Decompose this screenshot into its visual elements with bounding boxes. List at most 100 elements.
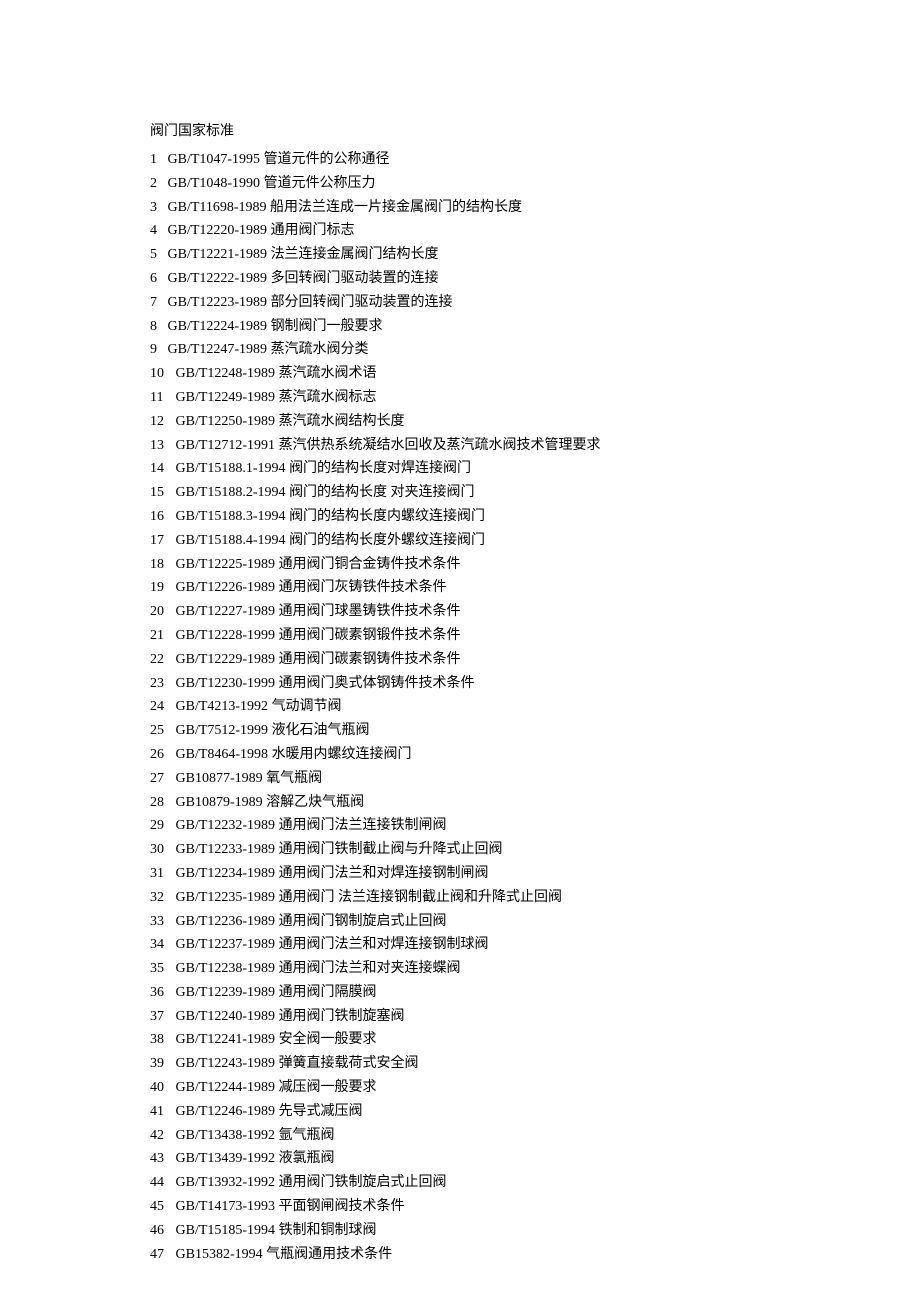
- item-code: GB/T12224-1989: [168, 319, 268, 334]
- item-desc: 蒸汽疏水阀结构长度: [279, 414, 405, 429]
- item-code: GB/T12221-1989: [168, 247, 268, 262]
- item-code: GB/T4213-1992: [176, 699, 269, 714]
- item-code: GB/T1047-1995: [168, 152, 261, 167]
- item-code: GB/T12244-1989: [176, 1080, 276, 1095]
- item-desc: 平面钢闸阀技术条件: [279, 1199, 405, 1214]
- item-code: GB15382-1994: [176, 1247, 263, 1262]
- item-desc: 通用阀门法兰和对焊连接钢制闸阀: [279, 866, 489, 881]
- item-desc: 多回转阀门驱动装置的连接: [271, 271, 439, 286]
- item-desc: 通用阀门碳素钢铸件技术条件: [279, 652, 461, 667]
- list-item: 42 GB/T13438-1992 氩气瓶阀: [150, 1124, 770, 1148]
- item-number: 35: [150, 957, 172, 981]
- list-item: 32 GB/T12235-1989 通用阀门 法兰连接钢制截止阀和升降式止回阀: [150, 886, 770, 910]
- item-code: GB/T12239-1989: [176, 985, 276, 1000]
- item-desc: 钢制阀门一般要求: [271, 319, 383, 334]
- item-code: GB/T12229-1989: [176, 652, 276, 667]
- item-number: 24: [150, 695, 172, 719]
- item-number: 8: [150, 315, 164, 339]
- item-desc: 液氯瓶阀: [279, 1151, 335, 1166]
- item-desc: 蒸汽疏水阀标志: [279, 390, 377, 405]
- item-desc: 通用阀门铜合金铸件技术条件: [279, 557, 461, 572]
- item-code: GB/T12247-1989: [168, 342, 268, 357]
- item-code: GB/T13438-1992: [176, 1128, 276, 1143]
- item-code: GB/T12225-1989: [176, 557, 276, 572]
- list-item: 4 GB/T12220-1989 通用阀门标志: [150, 219, 770, 243]
- item-desc: 通用阀门钢制旋启式止回阀: [279, 914, 447, 929]
- item-desc: 阀门的结构长度外螺纹连接阀门: [289, 533, 485, 548]
- item-code: GB/T11698-1989: [168, 200, 267, 215]
- list-item: 27 GB10877-1989 氧气瓶阀: [150, 767, 770, 791]
- item-desc: 通用阀门法兰连接铁制闸阀: [279, 818, 447, 833]
- item-desc: 船用法兰连成一片接金属阀门的结构长度: [270, 200, 522, 215]
- list-item: 16 GB/T15188.3-1994 阀门的结构长度内螺纹连接阀门: [150, 505, 770, 529]
- list-item: 36 GB/T12239-1989 通用阀门隔膜阀: [150, 981, 770, 1005]
- item-number: 16: [150, 505, 172, 529]
- list-item: 11 GB/T12249-1989 蒸汽疏水阀标志: [150, 386, 770, 410]
- list-item: 18 GB/T12225-1989 通用阀门铜合金铸件技术条件: [150, 553, 770, 577]
- item-code: GB/T12249-1989: [176, 390, 276, 405]
- item-number: 39: [150, 1052, 172, 1076]
- item-number: 20: [150, 600, 172, 624]
- item-number: 4: [150, 219, 164, 243]
- list-item: 28 GB10879-1989 溶解乙炔气瓶阀: [150, 791, 770, 815]
- item-desc: 通用阀门碳素钢锻件技术条件: [279, 628, 461, 643]
- item-code: GB/T12232-1989: [176, 818, 276, 833]
- list-item: 29 GB/T12232-1989 通用阀门法兰连接铁制闸阀: [150, 814, 770, 838]
- item-code: GB/T12241-1989: [176, 1032, 276, 1047]
- list-item: 14 GB/T15188.1-1994 阀门的结构长度对焊连接阀门: [150, 457, 770, 481]
- item-code: GB/T12220-1989: [168, 223, 268, 238]
- list-item: 25 GB/T7512-1999 液化石油气瓶阀: [150, 719, 770, 743]
- item-code: GB/T12235-1989: [176, 890, 276, 905]
- list-item: 23 GB/T12230-1999 通用阀门奥式体钢铸件技术条件: [150, 672, 770, 696]
- item-number: 36: [150, 981, 172, 1005]
- list-item: 15 GB/T15188.2-1994 阀门的结构长度 对夹连接阀门: [150, 481, 770, 505]
- list-item: 26 GB/T8464-1998 水暖用内螺纹连接阀门: [150, 743, 770, 767]
- item-desc: 气动调节阀: [272, 699, 342, 714]
- item-code: GB/T13932-1992: [176, 1175, 276, 1190]
- list-item: 44 GB/T13932-1992 通用阀门铁制旋启式止回阀: [150, 1171, 770, 1195]
- item-number: 27: [150, 767, 172, 791]
- item-desc: 通用阀门铁制旋启式止回阀: [279, 1175, 447, 1190]
- item-desc: 通用阀门铁制旋塞阀: [279, 1009, 405, 1024]
- item-number: 33: [150, 910, 172, 934]
- item-number: 40: [150, 1076, 172, 1100]
- item-number: 21: [150, 624, 172, 648]
- item-number: 11: [150, 386, 172, 410]
- item-code: GB/T15188.2-1994: [176, 485, 286, 500]
- item-number: 15: [150, 481, 172, 505]
- list-item: 10 GB/T12248-1989 蒸汽疏水阀术语: [150, 362, 770, 386]
- list-item: 47 GB15382-1994 气瓶阀通用技术条件: [150, 1243, 770, 1267]
- item-desc: 蒸汽疏水阀术语: [279, 366, 377, 381]
- item-code: GB/T12228-1999: [176, 628, 276, 643]
- item-desc: 通用阀门 法兰连接钢制截止阀和升降式止回阀: [279, 890, 563, 905]
- item-code: GB/T15188.1-1994: [176, 461, 286, 476]
- item-code: GB/T12222-1989: [168, 271, 268, 286]
- item-desc: 通用阀门铁制截止阀与升降式止回阀: [279, 842, 503, 857]
- item-number: 22: [150, 648, 172, 672]
- item-code: GB/T7512-1999: [176, 723, 269, 738]
- item-number: 46: [150, 1219, 172, 1243]
- item-code: GB/T12233-1989: [176, 842, 276, 857]
- item-number: 10: [150, 362, 172, 386]
- list-item: 22 GB/T12229-1989 通用阀门碳素钢铸件技术条件: [150, 648, 770, 672]
- item-code: GB/T15188.4-1994: [176, 533, 286, 548]
- item-number: 29: [150, 814, 172, 838]
- list-item: 13 GB/T12712-1991 蒸汽供热系统凝结水回收及蒸汽疏水阀技术管理要…: [150, 434, 770, 458]
- list-item: 8 GB/T12224-1989 钢制阀门一般要求: [150, 315, 770, 339]
- list-item: 34 GB/T12237-1989 通用阀门法兰和对焊连接钢制球阀: [150, 933, 770, 957]
- item-number: 7: [150, 291, 164, 315]
- item-code: GB/T15188.3-1994: [176, 509, 286, 524]
- list-item: 9 GB/T12247-1989 蒸汽疏水阀分类: [150, 338, 770, 362]
- item-number: 1: [150, 148, 164, 172]
- item-code: GB/T12250-1989: [176, 414, 276, 429]
- item-number: 26: [150, 743, 172, 767]
- list-item: 40 GB/T12244-1989 减压阀一般要求: [150, 1076, 770, 1100]
- item-code: GB/T15185-1994: [176, 1223, 276, 1238]
- list-item: 46 GB/T15185-1994 铁制和铜制球阀: [150, 1219, 770, 1243]
- item-code: GB/T12246-1989: [176, 1104, 276, 1119]
- list-item: 24 GB/T4213-1992 气动调节阀: [150, 695, 770, 719]
- item-code: GB/T8464-1998: [176, 747, 269, 762]
- item-number: 2: [150, 172, 164, 196]
- list-item: 3 GB/T11698-1989 船用法兰连成一片接金属阀门的结构长度: [150, 196, 770, 220]
- item-desc: 液化石油气瓶阀: [272, 723, 370, 738]
